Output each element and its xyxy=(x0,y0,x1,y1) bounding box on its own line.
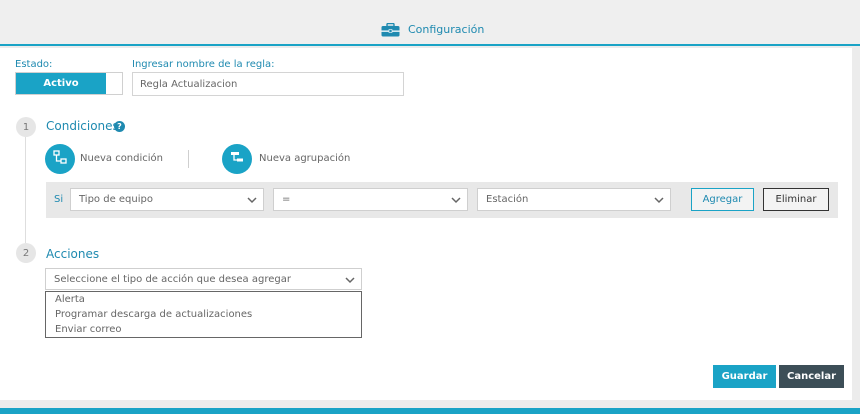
condiciones-title: Condiciones xyxy=(46,119,119,133)
new-group-label[interactable]: Nueva agrupación xyxy=(259,153,350,164)
help-icon[interactable]: ? xyxy=(114,121,125,132)
action-option-alerta[interactable]: Alerta xyxy=(46,292,361,307)
condition-field-select[interactable]: Tipo de equipo xyxy=(70,188,264,211)
condition-value-text: Estación xyxy=(486,194,529,205)
condition-prefix: Si xyxy=(54,194,64,205)
remove-condition-button[interactable]: Eliminar xyxy=(763,188,829,211)
cancel-button[interactable]: Cancelar xyxy=(779,365,844,388)
condition-operator-value: = xyxy=(282,194,291,205)
chevron-down-icon xyxy=(451,197,461,204)
action-type-options: Alerta Programar descarga de actualizaci… xyxy=(45,291,362,338)
acciones-title: Acciones xyxy=(46,247,100,261)
add-condition-button[interactable]: Agregar xyxy=(691,188,754,211)
condition-operator-select[interactable]: = xyxy=(273,188,468,211)
chevron-down-icon xyxy=(247,197,257,204)
group-icon xyxy=(229,149,245,169)
estado-toggle[interactable]: Activo xyxy=(15,72,123,95)
rule-name-input[interactable]: Regla Actualizacion xyxy=(132,72,404,96)
action-type-select[interactable]: Seleccione el tipo de acción que desea a… xyxy=(45,268,362,290)
action-option-programar[interactable]: Programar descarga de actualizaciones xyxy=(46,307,361,322)
header-bar: Configuración xyxy=(0,0,860,46)
estado-toggle-on: Activo xyxy=(16,73,106,94)
chevron-down-icon xyxy=(345,277,355,284)
condition-icon xyxy=(52,149,68,169)
save-button[interactable]: Guardar xyxy=(713,365,776,388)
bottom-accent-line xyxy=(0,408,860,414)
new-group-button[interactable] xyxy=(222,144,252,174)
briefcase-icon xyxy=(381,22,400,37)
page-title: Configuración xyxy=(408,22,485,36)
new-condition-button[interactable] xyxy=(45,144,75,174)
step-connector xyxy=(25,137,26,243)
bottom-strip xyxy=(0,400,860,414)
new-condition-label[interactable]: Nueva condición xyxy=(80,153,163,164)
condition-value-select[interactable]: Estación xyxy=(477,188,671,211)
step-number-2: 2 xyxy=(16,243,36,263)
condition-field-value: Tipo de equipo xyxy=(79,194,153,205)
action-separator xyxy=(188,150,189,168)
action-type-value: Seleccione el tipo de acción que desea a… xyxy=(54,273,291,285)
chevron-down-icon xyxy=(654,197,664,204)
rule-form-panel xyxy=(0,48,852,400)
action-option-correo[interactable]: Enviar correo xyxy=(46,322,361,337)
nombre-label: Ingresar nombre de la regla: xyxy=(132,59,275,70)
step-number-1: 1 xyxy=(16,117,36,137)
estado-label: Estado: xyxy=(15,59,53,70)
header-title-group: Configuración xyxy=(381,22,485,37)
